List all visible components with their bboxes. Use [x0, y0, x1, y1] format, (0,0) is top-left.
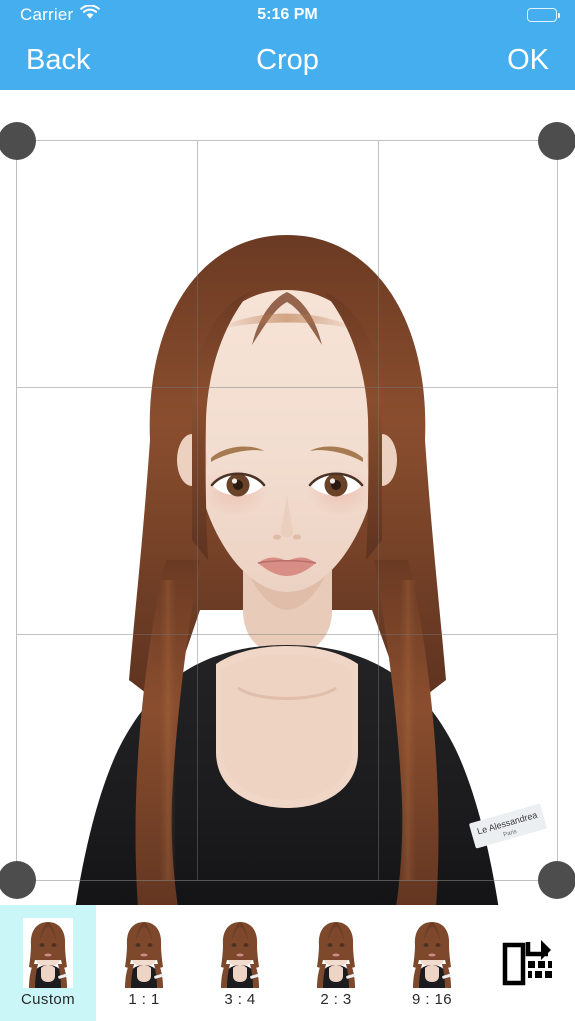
ratio-option-9-16[interactable]: 9 : 16	[384, 905, 480, 1021]
aspect-ratio-bar: Custom 1 : 1 3: 4 2: 3 9: 16	[0, 905, 575, 1021]
crop-canvas[interactable]: Le Alessandrea Paris	[0, 90, 575, 905]
ratio-thumbnail	[215, 918, 265, 988]
ratio-thumbnail	[119, 918, 169, 988]
ratio-thumbnail	[407, 918, 457, 988]
ratio-thumbnail	[23, 918, 73, 988]
ratio-option-3-4[interactable]: 3 : 4	[192, 905, 288, 1021]
rotate-orientation-button[interactable]	[480, 905, 575, 1021]
status-bar-right	[527, 8, 560, 22]
ratio-label: Custom	[20, 991, 76, 1008]
ratio-label: 3 : 4	[224, 991, 256, 1008]
ok-button[interactable]: OK	[507, 44, 549, 77]
ratio-option-2-3[interactable]: 2 : 3	[288, 905, 384, 1021]
ratio-label: 1 : 1	[128, 991, 160, 1008]
navigation-bar: Back Crop OK	[0, 30, 575, 90]
crop-screen: Carrier 5:16 PM Back Crop OK Le Alessand…	[0, 0, 575, 1021]
status-bar-time: 5:16 PM	[257, 6, 318, 23]
ratio-option-custom[interactable]: Custom	[0, 905, 96, 1021]
photo-image[interactable]: Le Alessandrea Paris	[0, 140, 575, 905]
ratio-label: 2 : 3	[320, 991, 352, 1008]
battery-full-icon	[527, 8, 560, 22]
status-bar: Carrier 5:16 PM	[0, 0, 575, 30]
rotate-orientation-icon	[501, 936, 555, 990]
ratio-label: 9 : 16	[412, 991, 452, 1008]
ratio-option-1-1[interactable]: 1 : 1	[96, 905, 192, 1021]
ratio-thumbnail	[311, 918, 361, 988]
page-title: Crop	[256, 43, 319, 76]
